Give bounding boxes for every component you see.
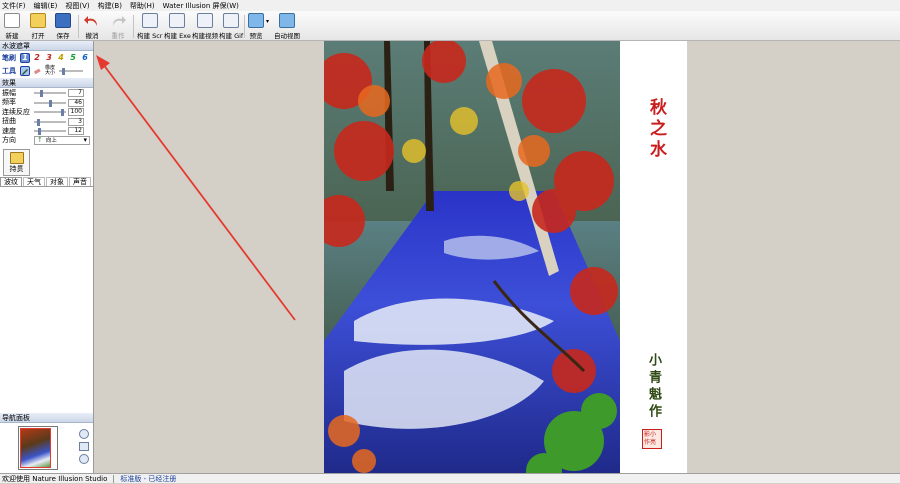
status-edition: 标准版 - 已经注册 [120, 474, 177, 483]
status-welcome: 欢迎使用 Nature Illusion Studio [2, 474, 108, 483]
arrow-line [102, 63, 296, 321]
arrow-head-icon [96, 55, 110, 70]
status-divider [113, 474, 115, 483]
status-bar: 欢迎使用 Nature Illusion Studio 标准版 - 已经注册 [0, 473, 900, 483]
annotation-arrow [96, 55, 296, 321]
